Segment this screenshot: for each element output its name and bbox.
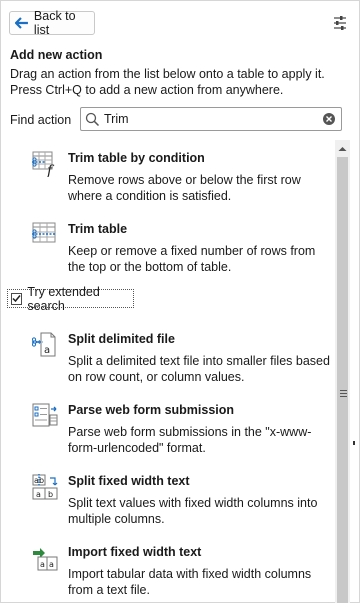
svg-text:a: a [49, 560, 54, 569]
svg-text:a: a [44, 345, 50, 356]
svg-text:a: a [36, 490, 41, 499]
settings-sliders-icon[interactable] [331, 14, 349, 32]
result-title: Trim table by condition [68, 151, 205, 165]
action-results-list: f Trim table by condition Remove rows ab… [0, 140, 335, 603]
scroll-thumb[interactable] [337, 157, 348, 603]
result-title: Import fixed width text [68, 545, 202, 559]
back-button-label: Back to list [33, 9, 76, 37]
extended-search-label: Try extended search [27, 284, 100, 313]
back-to-list-button[interactable]: Back to list [9, 9, 95, 37]
vertical-scrollbar[interactable] [335, 140, 350, 603]
trim-table-icon [32, 222, 56, 243]
split-file-icon: a [32, 332, 56, 357]
panel-description: Drag an action from the list below onto … [10, 67, 325, 97]
search-field[interactable] [80, 107, 342, 131]
panel-heading: Add new action [10, 48, 103, 62]
scroll-up-arrow-icon[interactable] [335, 142, 350, 156]
result-description: Remove rows above or below the first row… [68, 173, 301, 203]
import-fixed-width-icon: a a [33, 548, 58, 571]
parse-form-icon [32, 403, 58, 427]
arrow-left-icon [15, 17, 28, 29]
svg-text:a: a [40, 560, 45, 569]
resize-edge-marker [353, 441, 355, 445]
result-description: Keep or remove a fixed number of rows fr… [68, 244, 316, 274]
result-description: Split a delimited text file into smaller… [68, 354, 330, 384]
split-fixed-width-icon: a b a b [32, 474, 58, 500]
checkmark-icon [12, 295, 21, 303]
find-action-label: Find action [10, 113, 72, 127]
extended-search-checkbox[interactable]: Try extended search [7, 285, 134, 313]
result-description: Import tabular data with fixed width col… [68, 567, 312, 597]
result-title: Trim table [68, 222, 128, 236]
result-description: Parse web form submissions in the "x-www… [68, 425, 312, 455]
result-title: Parse web form submission [68, 403, 235, 417]
trim-condition-icon: f [32, 151, 55, 177]
search-input[interactable] [104, 111, 314, 127]
svg-text:b: b [39, 476, 44, 485]
checkbox-box[interactable] [11, 292, 23, 305]
result-title: Split delimited file [68, 332, 175, 346]
result-description: Split text values with fixed width colum… [68, 496, 318, 526]
result-title: Split fixed width text [68, 474, 190, 488]
clear-search-icon[interactable] [322, 112, 336, 126]
search-icon [85, 112, 100, 127]
svg-text:b: b [48, 490, 53, 499]
svg-text:f: f [46, 163, 55, 177]
scroll-grip [340, 390, 347, 399]
